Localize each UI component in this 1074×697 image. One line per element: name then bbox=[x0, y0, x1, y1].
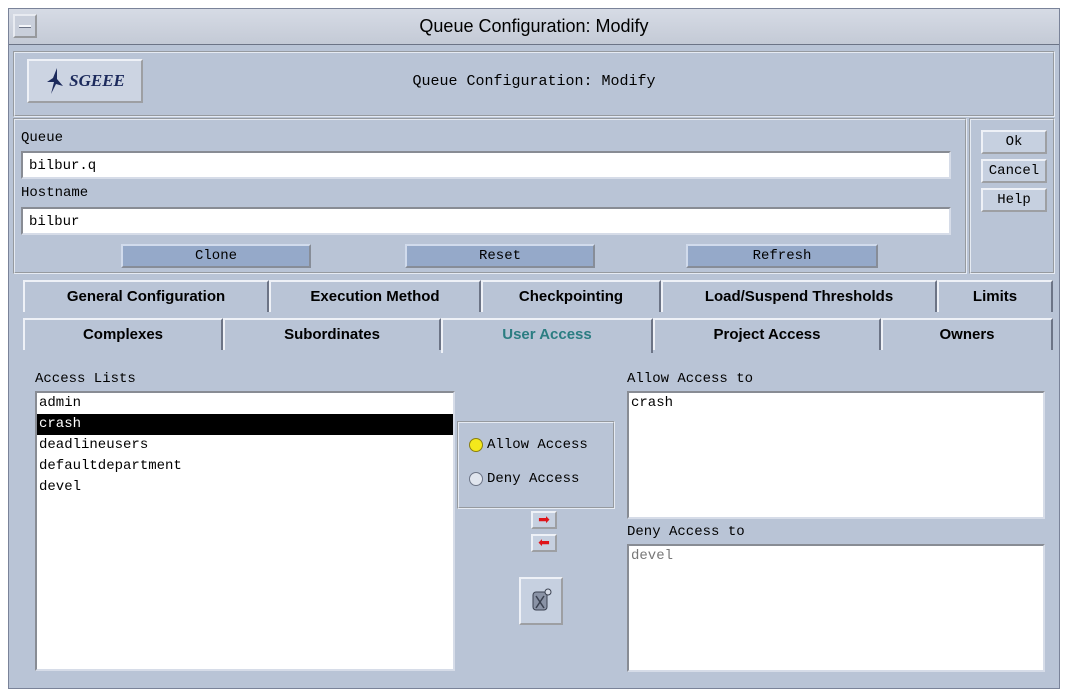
move-left-button[interactable]: ⬅ bbox=[531, 534, 557, 552]
red-arrow-right-icon: ➡ bbox=[538, 512, 550, 528]
header-panel: SGEEE Queue Configuration: Modify bbox=[13, 51, 1055, 117]
refresh-button[interactable]: Refresh bbox=[686, 244, 878, 268]
queue-input[interactable]: bilbur.q bbox=[21, 151, 951, 179]
window-title: Queue Configuration: Modify bbox=[419, 16, 649, 36]
access-mode-group: Allow Access Deny Access bbox=[457, 421, 615, 509]
radio-selected-icon bbox=[469, 438, 483, 452]
move-right-button[interactable]: ➡ bbox=[531, 511, 557, 529]
ok-button[interactable]: Ok bbox=[981, 130, 1047, 154]
cancel-button[interactable]: Cancel bbox=[981, 159, 1047, 183]
access-lists-label: Access Lists bbox=[35, 371, 136, 387]
tab-general-configuration[interactable]: General Configuration bbox=[23, 280, 269, 312]
list-item-selected[interactable]: crash bbox=[37, 414, 453, 435]
deny-access-label: Deny Access bbox=[487, 471, 580, 487]
deny-access-radio[interactable]: Deny Access bbox=[469, 471, 579, 487]
tab-execution-method[interactable]: Execution Method bbox=[269, 280, 481, 312]
list-item[interactable]: crash bbox=[629, 393, 1043, 414]
header-title: Queue Configuration: Modify bbox=[412, 73, 656, 90]
tab-load-suspend-thresholds[interactable]: Load/Suspend Thresholds bbox=[661, 280, 937, 312]
tab-owners[interactable]: Owners bbox=[881, 318, 1053, 350]
queue-config-window: Queue Configuration: Modify SGEEE Queue … bbox=[8, 8, 1060, 689]
queue-form-panel: Queue bilbur.q Hostname bilbur Clone Res… bbox=[13, 118, 967, 274]
clear-button[interactable] bbox=[519, 577, 563, 625]
help-button[interactable]: Help bbox=[981, 188, 1047, 212]
hostname-label: Hostname bbox=[21, 185, 89, 201]
allow-access-to-label: Allow Access to bbox=[627, 371, 754, 387]
red-arrow-left-icon: ⬅ bbox=[538, 535, 550, 551]
list-item[interactable]: deadlineusers bbox=[37, 435, 453, 456]
broom-icon bbox=[532, 588, 552, 611]
radio-unselected-icon bbox=[469, 472, 483, 486]
allow-access-listbox[interactable]: crash bbox=[627, 391, 1045, 519]
list-item[interactable]: devel bbox=[37, 477, 453, 498]
access-lists-listbox[interactable]: admin crash deadlineusers defaultdepartm… bbox=[35, 391, 455, 671]
reset-button[interactable]: Reset bbox=[405, 244, 595, 268]
clone-button[interactable]: Clone bbox=[121, 244, 311, 268]
tab-complexes[interactable]: Complexes bbox=[23, 318, 223, 350]
tab-user-access[interactable]: User Access bbox=[441, 318, 653, 353]
list-item[interactable]: admin bbox=[37, 393, 453, 414]
allow-access-radio[interactable]: Allow Access bbox=[469, 437, 588, 453]
deny-access-listbox[interactable]: devel bbox=[627, 544, 1045, 672]
list-item[interactable]: defaultdepartment bbox=[37, 456, 453, 477]
tab-checkpointing[interactable]: Checkpointing bbox=[481, 280, 661, 312]
allow-access-label: Allow Access bbox=[487, 437, 588, 453]
hostname-input[interactable]: bilbur bbox=[21, 207, 951, 235]
action-buttons-panel: Ok Cancel Help bbox=[969, 118, 1055, 274]
tab-limits[interactable]: Limits bbox=[937, 280, 1053, 312]
list-item[interactable]: devel bbox=[629, 546, 1043, 567]
tab-project-access[interactable]: Project Access bbox=[653, 318, 881, 350]
deny-access-to-label: Deny Access to bbox=[627, 524, 745, 540]
queue-label: Queue bbox=[21, 130, 64, 146]
title-bar[interactable]: Queue Configuration: Modify bbox=[9, 9, 1059, 45]
tab-subordinates[interactable]: Subordinates bbox=[223, 318, 441, 350]
